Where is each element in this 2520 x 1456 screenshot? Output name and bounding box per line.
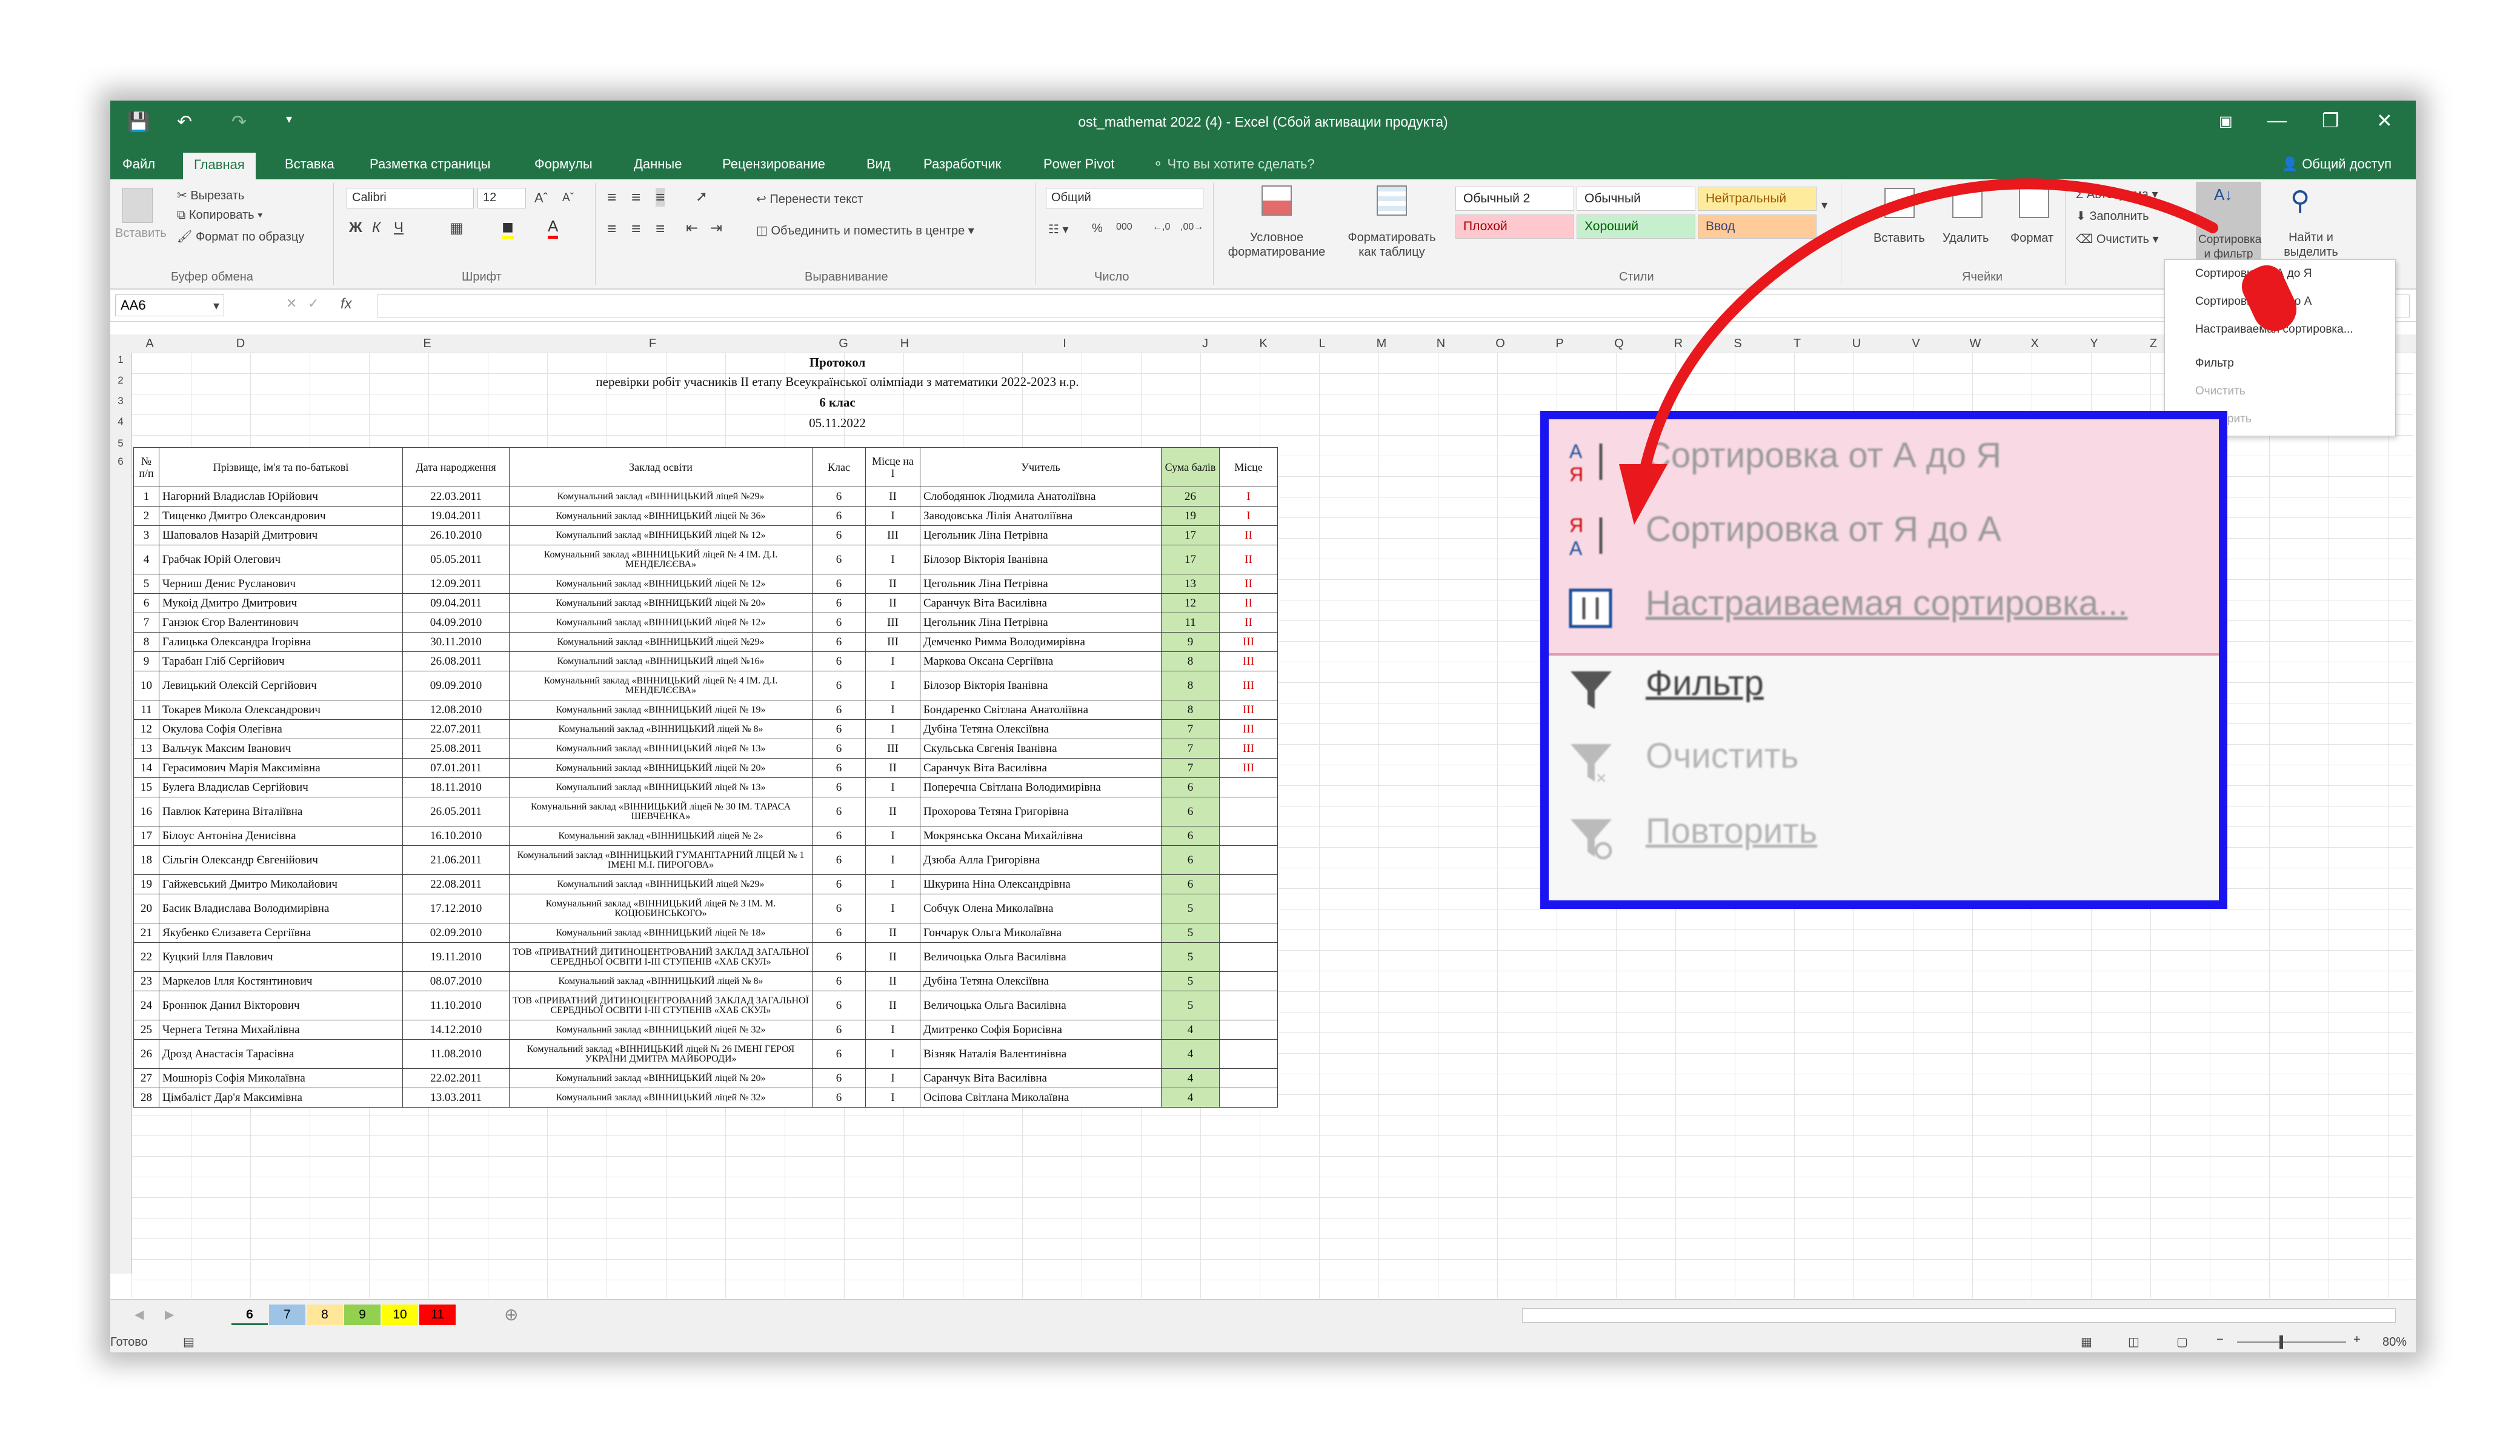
- sheet-tabs-bar: ◀ ▶ 6 7 8 9 10 11 ⊕: [110, 1299, 2416, 1331]
- zoom-slider[interactable]: [2237, 1341, 2346, 1343]
- page-break-view-icon[interactable]: ▢: [2176, 1334, 2188, 1349]
- normal-view-icon[interactable]: ▦: [2081, 1334, 2092, 1349]
- sheet-tab-11[interactable]: 11: [419, 1305, 456, 1325]
- sheet-tab-9[interactable]: 9: [344, 1305, 381, 1325]
- next-sheet-icon[interactable]: ▶: [165, 1307, 174, 1322]
- zoom-slider-thumb[interactable]: [2279, 1335, 2283, 1349]
- status-bar: Готово ▤ ▦ ◫ ▢ − + 80%: [110, 1331, 2416, 1352]
- sheet-tab-6[interactable]: 6: [231, 1305, 268, 1325]
- add-sheet-icon[interactable]: ⊕: [504, 1305, 518, 1325]
- excel-screenshot: 💾 ↶ ↷ ▾ ost_mathemat 2022 (4) - Excel (С…: [110, 101, 2416, 1352]
- sheet-tab-7[interactable]: 7: [269, 1305, 305, 1325]
- sheet-tab-8[interactable]: 8: [307, 1305, 343, 1325]
- zoom-level[interactable]: 80%: [2382, 1335, 2407, 1349]
- horizontal-scrollbar[interactable]: [1522, 1308, 2396, 1323]
- sheet-tab-10[interactable]: 10: [382, 1305, 418, 1325]
- page-layout-view-icon[interactable]: ◫: [2128, 1334, 2139, 1349]
- zoom-in-icon[interactable]: +: [2353, 1333, 2361, 1347]
- prev-sheet-icon[interactable]: ◀: [135, 1307, 144, 1322]
- status-ready: Готово: [110, 1335, 148, 1349]
- red-arrow-icon: [1619, 178, 2218, 525]
- macro-record-icon[interactable]: ▤: [183, 1334, 194, 1349]
- zoom-out-icon[interactable]: −: [2216, 1333, 2224, 1347]
